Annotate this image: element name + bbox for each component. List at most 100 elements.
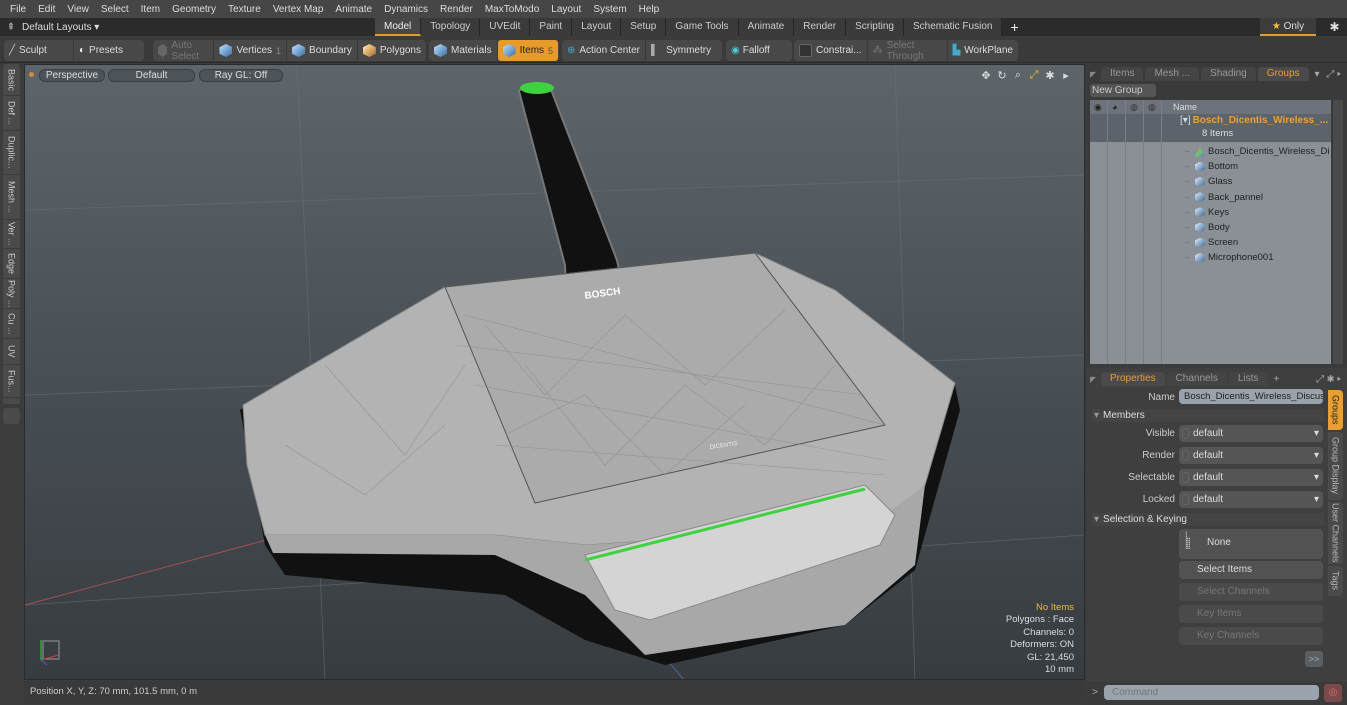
items-button[interactable]: Items 5 — [497, 40, 559, 61]
tab-topology[interactable]: Topology — [421, 18, 481, 36]
gear-icon[interactable]: ✱ — [1322, 18, 1347, 36]
menu-vertex-map[interactable]: Vertex Map — [267, 4, 330, 15]
constraints-button[interactable]: Constrai... — [794, 40, 868, 61]
selection-keying-section[interactable]: ▾ Selection & Keying — [1092, 513, 1324, 526]
panel-tab-groups[interactable]: Groups — [1257, 67, 1309, 81]
tab-scripting[interactable]: Scripting — [846, 18, 904, 36]
render-dropdown[interactable]: default — [1179, 447, 1323, 464]
sculpt-button[interactable]: ╱ Sculpt — [4, 40, 74, 61]
menu-layout[interactable]: Layout — [545, 4, 587, 15]
side-tab-tags[interactable]: Tags — [1328, 566, 1343, 596]
side-tab-group-display[interactable]: Group Display — [1328, 432, 1343, 500]
name-field[interactable]: Bosch_Dicentis_Wireless_Discussi — [1179, 389, 1323, 404]
menu-animate[interactable]: Animate — [329, 4, 378, 15]
name-column-header[interactable]: Name — [1173, 100, 1197, 114]
tool-tab-7[interactable]: Cu ... — [3, 309, 20, 339]
presets-button[interactable]: ◐ Presets — [74, 40, 128, 61]
tab-layout[interactable]: Layout — [572, 18, 622, 36]
only-toggle[interactable]: ★ Only — [1260, 18, 1316, 36]
menu-select[interactable]: Select — [95, 4, 135, 15]
tab-game-tools[interactable]: Game Tools — [666, 18, 739, 36]
record-icon[interactable]: ◎ — [1324, 684, 1342, 702]
tab-model[interactable]: Model — [375, 18, 422, 36]
menu-view[interactable]: View — [61, 4, 95, 15]
tabs-dropdown-icon[interactable]: ▾ — [1315, 69, 1320, 80]
tab-setup[interactable]: Setup — [621, 18, 667, 36]
menu-dynamics[interactable]: Dynamics — [378, 4, 434, 15]
add-tab-button[interactable]: + — [1002, 18, 1026, 36]
group-list-scrollbar[interactable] — [1333, 100, 1343, 364]
group-item[interactable]: – Bottom — [1185, 159, 1238, 174]
tab-render[interactable]: Render — [794, 18, 847, 36]
panel-tab-shading[interactable]: Shading — [1201, 67, 1256, 81]
tool-tabs-extra[interactable] — [3, 408, 20, 424]
auto-select-button[interactable]: Auto Select — [153, 40, 215, 62]
tool-tab-2[interactable]: Duplic... — [3, 131, 20, 175]
menu-render[interactable]: Render — [434, 4, 479, 15]
tool-tab-3[interactable]: Mesh ... — [3, 175, 20, 220]
group-item[interactable]: – Back_pannel — [1185, 190, 1263, 205]
key-items-button[interactable]: Key Items — [1179, 605, 1323, 623]
tab-schematic-fusion[interactable]: Schematic Fusion — [903, 18, 1003, 36]
panel-tab-mesh[interactable]: Mesh ... — [1145, 67, 1200, 81]
group-item[interactable]: – Glass — [1185, 174, 1232, 189]
group-item[interactable]: – Keys — [1185, 205, 1229, 220]
panel-tab-properties[interactable]: Properties — [1101, 372, 1165, 386]
menu-texture[interactable]: Texture — [222, 4, 267, 15]
side-tab-user-channels[interactable]: User Channels — [1328, 502, 1343, 564]
new-group-button[interactable]: New Group — [1090, 84, 1156, 97]
tool-tab-9[interactable]: Fus... — [3, 365, 20, 398]
workplane-button[interactable]: ▙ WorkPlane — [948, 40, 1018, 61]
tool-tab-1[interactable]: Def ... — [3, 96, 20, 131]
selectable-dropdown[interactable]: default — [1179, 469, 1323, 486]
select-through-button[interactable]: ⁂ Select Through — [868, 40, 948, 62]
panel-tab-channels[interactable]: Channels — [1166, 372, 1227, 386]
tab-uvedit[interactable]: UVEdit — [480, 18, 531, 36]
panel-expand-icon[interactable]: ⤢ ▸ — [1326, 69, 1341, 80]
menu-help[interactable]: Help — [633, 4, 666, 15]
group-item[interactable]: – Screen — [1185, 235, 1238, 250]
default-layouts-dropdown[interactable]: Default Layouts ▾ — [22, 22, 99, 33]
collapse-icon[interactable]: ⇞ — [0, 22, 22, 33]
command-input[interactable] — [1104, 685, 1319, 700]
tool-tab-8[interactable]: UV — [3, 339, 20, 365]
panel-expand-icon[interactable]: ⤢ ✱ ▸ — [1316, 374, 1341, 385]
3d-viewport[interactable]: Perspective Default Ray GL: Off ✥ ↻ ⌕ ⤢ … — [24, 64, 1085, 680]
menu-geometry[interactable]: Geometry — [166, 4, 222, 15]
action-center-button[interactable]: ⊕ Action Center — [562, 40, 646, 61]
tab-animate[interactable]: Animate — [738, 18, 795, 36]
menu-maxtomodo[interactable]: MaxToModo — [479, 4, 545, 15]
add-tab-icon[interactable]: + — [1273, 374, 1279, 385]
group-item[interactable]: – Body — [1185, 220, 1230, 235]
group-item[interactable]: – Bosch_Dicentis_Wireless_Di ... — [1185, 144, 1340, 159]
tool-tab-4[interactable]: Ver ... — [3, 220, 20, 249]
select-channels-button[interactable]: Select Channels — [1179, 583, 1323, 601]
locked-dropdown[interactable]: default — [1179, 491, 1323, 508]
none-button[interactable]: ⁝ ⁝⁝⁝ ⁝⁝⁝ None — [1179, 529, 1323, 559]
tool-tab-5[interactable]: Edge — [3, 249, 20, 279]
panel-menu-icon[interactable]: ◤ — [1087, 375, 1101, 384]
group-root-row[interactable]: [▾] Bosch_Dicentis_Wireless_... — [1180, 115, 1328, 126]
tab-paint[interactable]: Paint — [530, 18, 573, 36]
side-tab-groups[interactable]: Groups — [1328, 390, 1343, 430]
materials-button[interactable]: Materials — [429, 40, 498, 61]
menu-system[interactable]: System — [587, 4, 632, 15]
visible-dropdown[interactable]: default — [1179, 425, 1323, 442]
tool-tab-0[interactable]: Basic — [3, 66, 20, 96]
tool-tab-6[interactable]: Poly ... — [3, 279, 20, 309]
vertices-button[interactable]: Vertices 1 — [214, 40, 288, 61]
menu-item[interactable]: Item — [135, 4, 166, 15]
panel-menu-icon[interactable]: ◤ — [1087, 70, 1101, 79]
group-item[interactable]: – Microphone001 — [1185, 250, 1274, 265]
panel-tab-lists[interactable]: Lists — [1228, 372, 1268, 386]
boundary-button[interactable]: Boundary — [287, 40, 358, 61]
panel-tab-items[interactable]: Items — [1101, 67, 1144, 81]
select-items-button[interactable]: Select Items — [1179, 561, 1323, 579]
key-channels-button[interactable]: Key Channels — [1179, 627, 1323, 645]
members-section[interactable]: ▾ Members — [1092, 409, 1324, 422]
menu-file[interactable]: File — [4, 4, 32, 15]
polygons-button[interactable]: Polygons — [358, 40, 426, 61]
more-button[interactable]: >> — [1305, 651, 1323, 667]
symmetry-button[interactable]: ▌ Symmetry — [646, 40, 716, 61]
falloff-button[interactable]: ◉ Falloff — [726, 40, 775, 61]
